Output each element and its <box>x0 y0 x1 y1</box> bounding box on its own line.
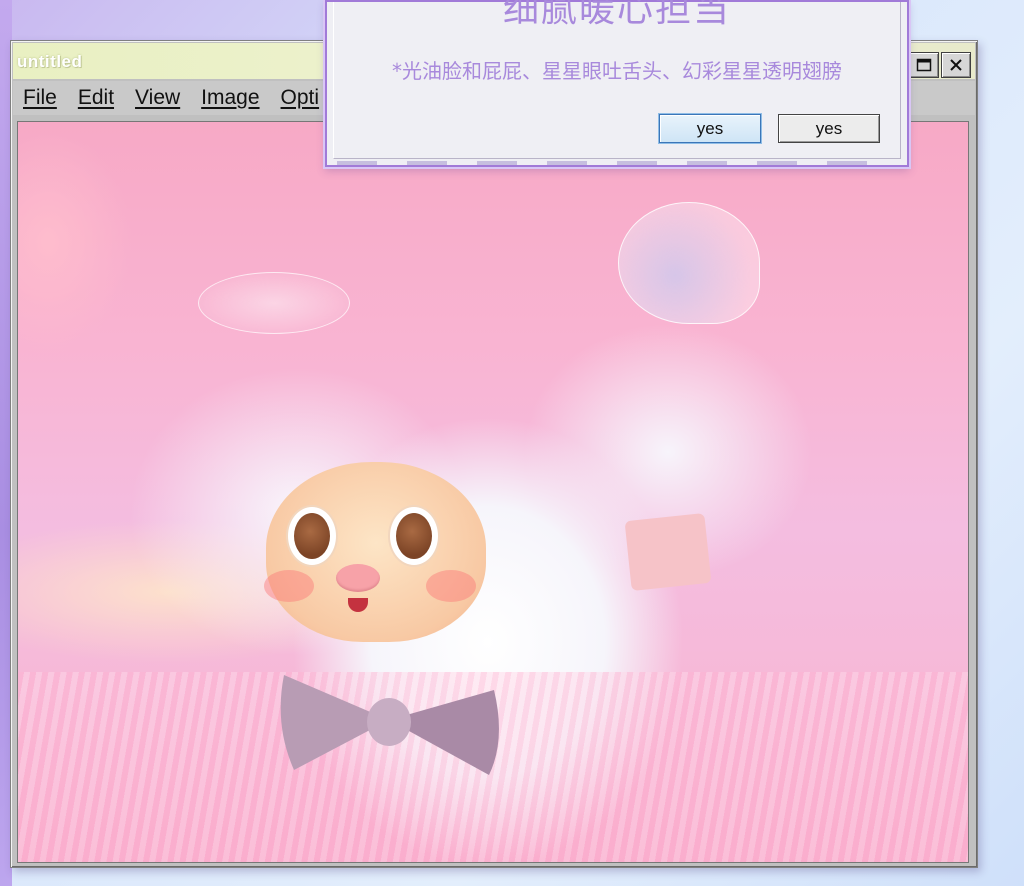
menu-file[interactable]: File <box>23 86 57 110</box>
right-eye <box>390 507 438 565</box>
right-blush <box>426 570 476 602</box>
close-button[interactable] <box>941 52 971 78</box>
glitter-wing <box>618 202 760 324</box>
image-canvas[interactable] <box>17 121 969 863</box>
menu-edit[interactable]: Edit <box>78 86 114 110</box>
maximize-button[interactable] <box>909 52 939 78</box>
window-title: untitled <box>17 52 83 71</box>
left-blush <box>264 570 314 602</box>
dialog-message: *光油脸和屁屁、星星眼吐舌头、幻彩星星透明翅膀 <box>392 59 842 83</box>
yes-button-primary[interactable]: yes <box>659 114 761 143</box>
maximize-icon <box>916 58 932 72</box>
menu-view[interactable]: View <box>135 86 180 110</box>
close-icon <box>950 59 962 71</box>
window-controls <box>909 52 971 78</box>
message-dialog: 细腻暖心担当 *光油脸和屁屁、星星眼吐舌头、幻彩星星透明翅膀 yes yes <box>325 0 909 167</box>
plush-face <box>264 462 486 642</box>
dialog-shadow-decoration <box>337 161 897 165</box>
mouth-tongue <box>348 598 368 612</box>
pig-snout <box>336 564 380 592</box>
left-eye <box>288 507 336 565</box>
menu-image[interactable]: Image <box>201 86 259 110</box>
ribbon-bow <box>280 675 499 775</box>
yes-button-secondary[interactable]: yes <box>778 114 880 143</box>
fabric-tag <box>624 513 712 591</box>
menu-options[interactable]: Opti <box>281 86 320 110</box>
bubble-decoration <box>198 272 350 334</box>
dialog-title: 细腻暖心担当 <box>502 0 731 30</box>
